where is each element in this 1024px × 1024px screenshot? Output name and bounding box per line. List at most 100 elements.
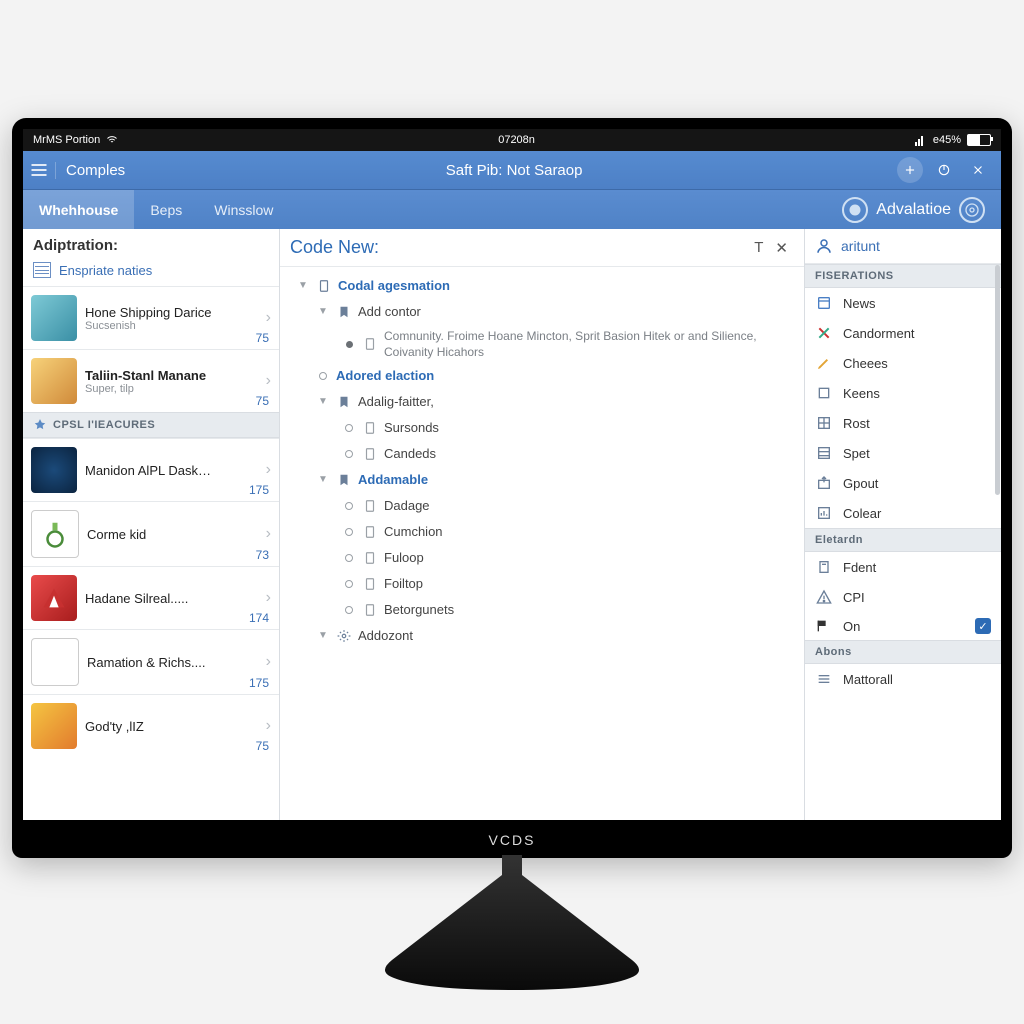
tab-winslow[interactable]: Winsslow (198, 190, 289, 230)
tree-leaf[interactable]: Dadage (284, 493, 800, 519)
page-icon (815, 558, 833, 576)
list-item-title: Corme kid (87, 527, 258, 542)
tree-node[interactable]: Adored elaction (284, 363, 800, 389)
pencil-icon (815, 354, 833, 372)
document-icon (316, 279, 332, 293)
list-item[interactable]: Ramation & Richs.... › 175 (23, 629, 279, 694)
list-item[interactable]: Manidon AlPL Dask… › 175 (23, 438, 279, 501)
list-item-title: Hone Shipping Darice (85, 305, 258, 320)
list-item[interactable]: Taliin-Stanl Manane Super, tilp › 75 (23, 349, 279, 412)
tree-leaf[interactable]: Candeds (284, 441, 800, 467)
list-item-title: Ramation & Richs.... (87, 655, 258, 670)
chevron-down-icon[interactable]: ▼ (316, 626, 330, 646)
tree-leaf[interactable]: Foiltop (284, 571, 800, 597)
right-section-header: FISERATIONS (805, 264, 1001, 288)
add-button[interactable] (897, 157, 923, 183)
tab-beps[interactable]: Beps (134, 190, 198, 230)
right-item-candorment[interactable]: Candorment (805, 318, 1001, 348)
signal-icon (915, 134, 927, 146)
tree-node[interactable]: ▼ Adalig-faitter, (284, 389, 800, 415)
battery-icon (967, 134, 991, 146)
chevron-down-icon[interactable]: ▼ (316, 470, 330, 490)
tree-label: Addozont (358, 626, 413, 646)
list-icon (815, 670, 833, 688)
settings-icon[interactable] (959, 197, 985, 223)
toggle-row[interactable]: On ✓ (805, 612, 1001, 640)
sidebar-section-header: CPSL I'IEACURES (23, 412, 279, 438)
bullet-icon (316, 366, 330, 386)
tree-node[interactable]: ▼ Addamable (284, 467, 800, 493)
app-header: Comples Saft Pib: Not Saraop (23, 151, 1001, 190)
bullet-icon (342, 548, 356, 568)
tree-leaf[interactable]: Sursonds (284, 415, 800, 441)
right-item-rost[interactable]: Rost (805, 408, 1001, 438)
right-item-spet[interactable]: Spet (805, 438, 1001, 468)
right-item-fdent[interactable]: Fdent (805, 552, 1001, 582)
list-icon (33, 262, 51, 278)
item-count: 75 (256, 331, 269, 345)
tab-primary[interactable]: Whehhouse (23, 190, 134, 230)
thumbnail-icon (31, 575, 77, 621)
tree-label: Fuloop (384, 548, 424, 568)
doc-icon (362, 447, 378, 461)
list-item[interactable]: Hone Shipping Darice Sucsenish › 75 (23, 286, 279, 349)
thumbnail-icon (31, 510, 79, 558)
text-tool-button[interactable]: T (748, 239, 769, 256)
sidebar-filter[interactable]: Enspriate naties (23, 258, 279, 286)
carrier-label: MrMS Portion (33, 134, 100, 146)
thumbnail-icon (31, 358, 77, 404)
power-button[interactable] (931, 157, 957, 183)
tree-leaf[interactable]: Cumchion (284, 519, 800, 545)
monitor-stand (332, 855, 692, 995)
close-button[interactable] (965, 157, 991, 183)
tree-node[interactable]: ▼ Add contor (284, 299, 800, 325)
chevron-down-icon[interactable]: ▼ (296, 276, 310, 296)
tree-node[interactable]: ▼ Codal agesmation (284, 273, 800, 299)
tree-node[interactable]: ▼ Addozont (284, 623, 800, 649)
panel-heading: Code New: (290, 237, 748, 258)
grid-icon (815, 414, 833, 432)
right-section-header: Eletardn (805, 528, 1001, 552)
panel-close-button[interactable]: ✕ (769, 239, 794, 257)
right-item-keens[interactable]: Keens (805, 378, 1001, 408)
thumbnail-icon (31, 703, 77, 749)
tree-leaf[interactable]: Comnunity. Froime Hoane Mincton, Sprit B… (284, 325, 800, 363)
right-item-cheees[interactable]: Cheees (805, 348, 1001, 378)
doc-icon (362, 603, 378, 617)
square-icon (815, 384, 833, 402)
sidebar-heading: Adiptration: (23, 229, 279, 258)
list-item[interactable]: Hadane Silreal..... › 174 (23, 566, 279, 629)
breadcrumb[interactable]: Comples (55, 162, 135, 179)
chevron-down-icon[interactable]: ▼ (316, 302, 330, 322)
right-item-news[interactable]: News (805, 288, 1001, 318)
menu-button[interactable] (23, 160, 55, 180)
list-item-subtitle: Sucsenish (85, 320, 258, 332)
chevron-right-icon: › (266, 717, 271, 735)
right-item-colear[interactable]: Colear (805, 498, 1001, 528)
export-icon (815, 474, 833, 492)
tree-label: Candeds (384, 444, 436, 464)
list-item[interactable]: God'ty ,lIZ › 75 (23, 694, 279, 757)
right-item-mattorall[interactable]: Mattorall (805, 664, 1001, 694)
wifi-icon (106, 134, 118, 146)
checkbox-icon[interactable]: ✓ (975, 618, 991, 634)
advanced-label: Advalatioe (876, 201, 951, 219)
chevron-down-icon[interactable]: ▼ (316, 392, 330, 412)
tree-leaf[interactable]: Fuloop (284, 545, 800, 571)
right-item-cpi[interactable]: CPI (805, 582, 1001, 612)
sidebar-right: aritunt FISERATIONS News Candorment Chee… (805, 229, 1001, 820)
search-row[interactable]: aritunt (805, 229, 1001, 264)
tree-label: Sursonds (384, 418, 439, 438)
item-count: 73 (256, 548, 269, 562)
advanced-button[interactable]: Advalatioe (826, 190, 1001, 230)
bullet-icon (342, 600, 356, 620)
tree-label: Betorgunets (384, 600, 454, 620)
bullet-icon (342, 574, 356, 594)
tree-leaf[interactable]: Betorgunets (284, 597, 800, 623)
list-item[interactable]: Corme kid › 73 (23, 501, 279, 566)
gear-icon (336, 629, 352, 643)
right-item-gpout[interactable]: Gpout (805, 468, 1001, 498)
doc-icon (362, 525, 378, 539)
bullet-icon (342, 496, 356, 516)
tree-label: Adored elaction (336, 366, 434, 386)
